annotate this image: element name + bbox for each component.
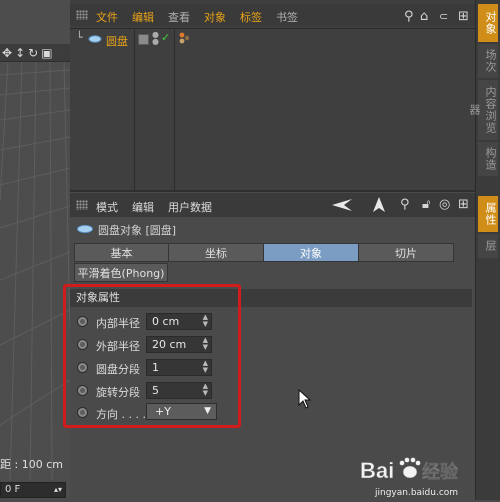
menu-bookmark[interactable]: 书签 [276,9,298,25]
object-title: 圆盘对象 [圆盘] [98,224,177,237]
maximize-view-icon[interactable]: ▣ [41,47,52,59]
viewport-panel[interactable]: ✥ ↕ ↻ ▣ 距 : 100 cm 0 F ▴▾ [0,0,70,500]
grid-distance-label: 距 : 100 cm [0,458,63,471]
tab-takes[interactable]: 场次 [478,44,498,78]
tab-object[interactable]: 对象 [263,243,359,262]
right-tab-strip: 对象 场次 内容浏览器 构造 属性 层 [468,0,500,500]
move-view-icon[interactable]: ✥ [2,47,12,59]
target-icon[interactable]: ◎ [439,198,450,211]
baidu-jingyan-logo: Bai 经验 [360,457,459,483]
object-manager-menubar: 文件 编辑 查看 对象 标签 书签 ⚲ ⌂ ⊂ ⊞ [70,4,475,26]
enabled-check-icon[interactable]: ✓ [161,31,170,44]
column-divider [174,29,175,191]
disc-object-icon [88,35,102,43]
object-name[interactable]: 圆盘 [106,33,128,49]
viewport-grid [0,61,70,481]
tab-objects[interactable]: 对象 [478,4,498,42]
tab-structure[interactable]: 构造 [478,142,498,176]
menu-object[interactable]: 对象 [204,9,226,25]
tab-coordinates[interactable]: 坐标 [168,243,264,262]
highlight-box [63,284,241,428]
disc-object-icon [77,224,93,234]
menu-view[interactable]: 查看 [168,9,190,25]
watermark-url: jingyan.baidu.com [375,488,459,498]
frame-value: 0 F [5,484,21,495]
lock-icon[interactable]: 🔓︎ [422,198,430,211]
material-tag-icon[interactable] [178,32,190,47]
tab-slice[interactable]: 切片 [358,243,454,262]
home-icon[interactable]: ⌂ [420,10,428,23]
tab-attributes[interactable]: 属性 [478,196,498,232]
layer-icon[interactable] [138,34,149,45]
menu-mode[interactable]: 模式 [96,199,118,215]
menu-tag[interactable]: 标签 [240,9,262,25]
new-panel-icon[interactable]: ⊞ [458,10,469,23]
svg-text:经验: 经验 [422,461,459,483]
menu-edit[interactable]: 编辑 [132,9,154,25]
tab-content-browser[interactable]: 内容浏览器 [468,80,498,140]
link-icon[interactable]: ⊂ [439,10,448,23]
panel-grip-icon[interactable] [76,10,88,20]
back-arrow-icon[interactable] [330,197,354,213]
menu-edit[interactable]: 编辑 [132,199,154,215]
spinner-icon[interactable]: ▴▾ [54,483,62,497]
menu-file[interactable]: 文件 [96,9,118,25]
rotate-view-icon[interactable]: ↻ [28,47,38,59]
menu-user-data[interactable]: 用户数据 [168,199,212,215]
dolly-view-icon[interactable]: ↕ [15,47,25,59]
column-divider [134,29,135,191]
visibility-dots-icon[interactable]: ● ● [152,31,159,46]
panel-grip-icon[interactable] [76,200,88,210]
svg-text:Bai: Bai [360,458,394,483]
tab-phong[interactable]: 平滑着色(Phong) [74,263,168,282]
viewport-nav-toolbar: ✥ ↕ ↻ ▣ [0,44,70,62]
list-item[interactable]: └ 圆盘 ● ● ✓ [70,31,475,49]
search-icon[interactable]: ⚲ [400,198,410,211]
search-icon[interactable]: ⚲ [404,10,414,23]
tab-layers[interactable]: 层 [478,234,498,258]
tree-connector-icon: └ [76,31,83,44]
mouse-cursor-icon [298,389,312,409]
pointer-arrow-icon[interactable] [372,196,386,213]
attribute-manager-menubar: 模式 编辑 用户数据 ⚲ 🔓︎ ◎ ⊞ [70,193,475,217]
tab-basic[interactable]: 基本 [74,243,169,262]
object-list[interactable]: └ 圆盘 ● ● ✓ [70,28,475,191]
frame-field[interactable]: 0 F ▴▾ [0,482,66,498]
new-panel-icon[interactable]: ⊞ [458,198,469,211]
